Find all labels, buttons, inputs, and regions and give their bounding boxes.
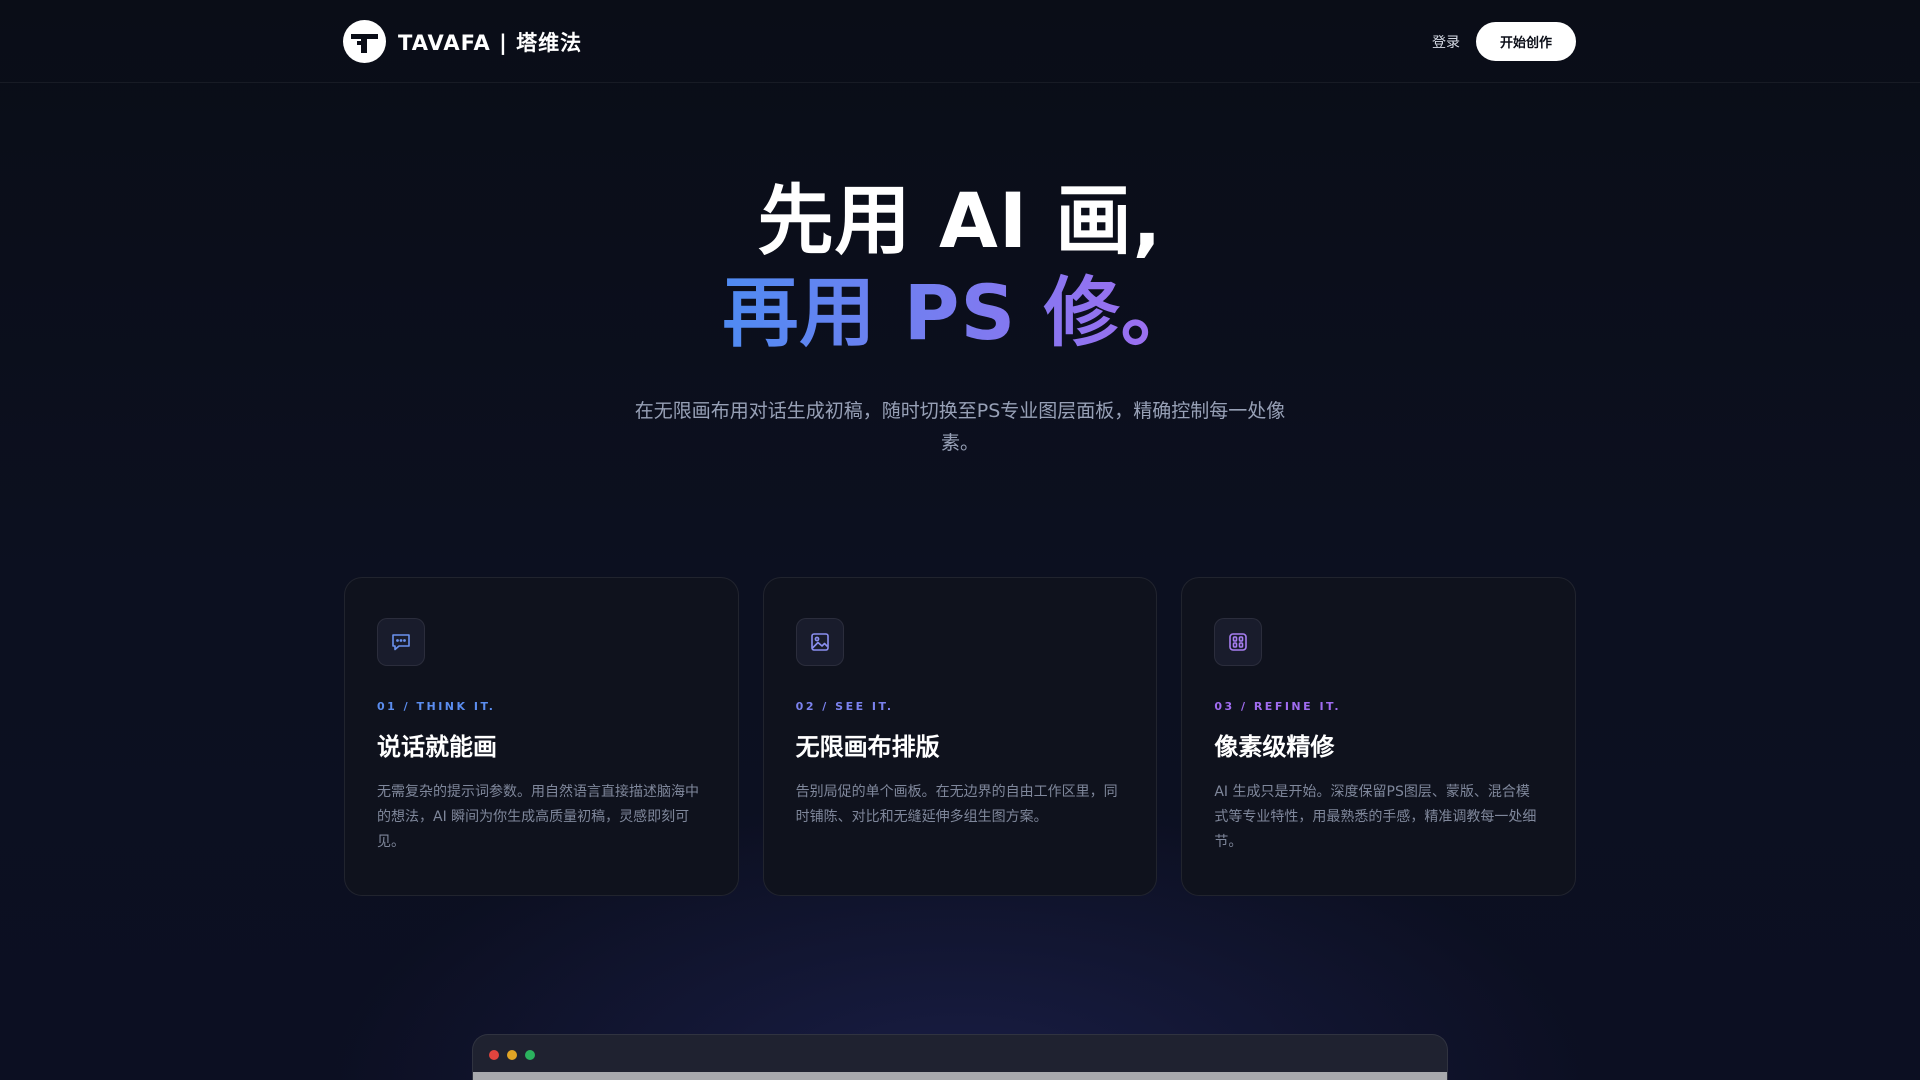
top-navbar: TAVAFA | 塔维法 登录 开始创作 (0, 0, 1920, 83)
feature-description: AI 生成只是开始。深度保留PS图层、蒙版、混合模式等专业特性，用最熟悉的手感，… (1214, 784, 1537, 850)
window-maximize-dot-icon (525, 1050, 535, 1060)
feature-description: 告别局促的单个画板。在无边界的自由工作区里，同时铺陈、对比和无缝延伸多组生图方案… (795, 784, 1118, 825)
feature-title: 说话就能画 (377, 733, 497, 761)
feature-card-refine: 03 / REFINE IT. 像素级精修 AI 生成只是开始。深度保留PS图层… (1181, 577, 1577, 896)
feature-step: 03 / REFINE IT. (1214, 700, 1342, 713)
feature-card-see: 02 / SEE IT. 无限画布排版 告别局促的单个画板。在无边界的自由工作区… (762, 577, 1158, 896)
app-preview-content (473, 1072, 1447, 1080)
login-link[interactable]: 登录 (1432, 32, 1460, 52)
hero-title-line1: 先用 AI 画, (757, 176, 1163, 265)
hero-title-line2: 再用 PS 修。 (722, 268, 1198, 357)
feature-cards: 01 / THINK IT. 说话就能画 无需复杂的提示词参数。用自然语言直接描… (344, 577, 1577, 896)
hero-subtitle: 在无限画布用对话生成初稿，随时切换至PS专业图层面板，精确控制每一处像素。 (634, 400, 1286, 454)
start-creating-button[interactable]: 开始创作 (1475, 22, 1576, 61)
image-frame-icon (795, 618, 844, 666)
feature-step: 02 / SEE IT. (795, 700, 894, 713)
tavafa-logo-icon (343, 20, 386, 63)
feature-title: 无限画布排版 (795, 733, 940, 761)
feature-step: 01 / THINK IT. (377, 700, 496, 713)
window-minimize-dot-icon (507, 1050, 517, 1060)
feature-description: 无需复杂的提示词参数。用自然语言直接描述脑海中的想法，AI 瞬间为你生成高质量初… (377, 784, 699, 850)
feature-title: 像素级精修 (1214, 733, 1335, 761)
app-preview-window (472, 1034, 1448, 1080)
control-panel-icon (1214, 618, 1263, 666)
hero-section: 先用 AI 画, 再用 PS 修。 在无限画布用对话生成初稿，随时切换至PS专业… (0, 175, 1920, 459)
brand-name: TAVAFA | 塔维法 (398, 30, 583, 55)
window-close-dot-icon (489, 1050, 499, 1060)
brand[interactable]: TAVAFA | 塔维法 (343, 20, 582, 63)
chat-bubble-icon (377, 618, 425, 666)
nav-actions: 登录 开始创作 (1432, 22, 1576, 61)
feature-card-think: 01 / THINK IT. 说话就能画 无需复杂的提示词参数。用自然语言直接描… (344, 577, 739, 896)
